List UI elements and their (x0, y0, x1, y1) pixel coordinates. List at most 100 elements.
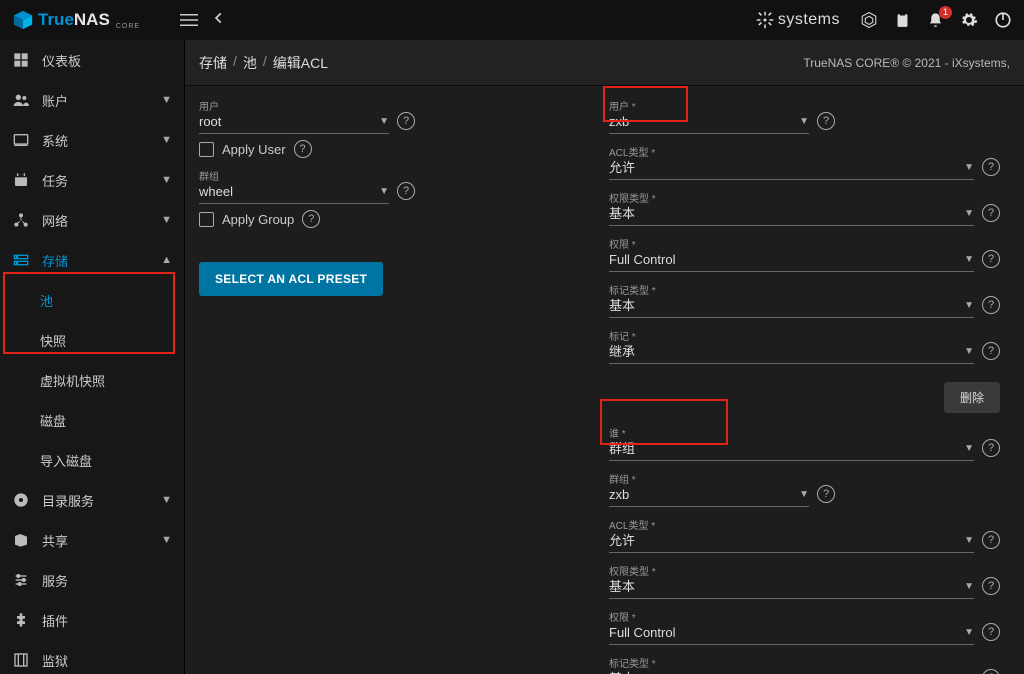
sidebar-item-services[interactable]: 服务 (0, 560, 184, 600)
select-preset-button[interactable]: SELECT AN ACL PRESET (199, 262, 383, 296)
field-value: zxb (609, 486, 809, 504)
help-icon[interactable]: ? (302, 210, 320, 228)
field-value: 允许 (609, 532, 974, 550)
clipboard-icon[interactable] (894, 12, 911, 29)
sidebar-item-label: 仪表板 (42, 51, 172, 70)
group-field[interactable]: 群组 wheel ▼ ? Apply Group ? (199, 168, 589, 228)
tasks-icon (12, 172, 30, 188)
back-icon[interactable] (212, 11, 226, 29)
help-icon[interactable]: ? (982, 158, 1000, 176)
help-icon[interactable]: ? (982, 623, 1000, 641)
chevron-down-icon: ▼ (964, 254, 974, 265)
field-label: 权限 * (609, 609, 974, 624)
main: 存储 / 池 / 编辑ACL TrueNAS CORE® © 2021 - iX… (185, 40, 1024, 674)
sidebar-item-account[interactable]: 账户 ▼ (0, 80, 184, 120)
crumb-sep: / (233, 53, 237, 73)
help-icon[interactable]: ? (397, 182, 415, 200)
notification-badge: 1 (939, 6, 952, 19)
sidebar-item-directory[interactable]: 目录服务 ▼ (0, 480, 184, 520)
power-icon[interactable] (994, 11, 1012, 29)
sidebar-item-sharing[interactable]: 共享 ▼ (0, 520, 184, 560)
right-column: 用户 * zxb ▼ ? ACL类型 * 允许 ▼ (609, 98, 1010, 674)
menu-icon[interactable] (180, 11, 198, 29)
help-icon[interactable]: ? (982, 204, 1000, 222)
acl1-flagtype-field[interactable]: 标记类型 * 基本 ▼ ? (609, 282, 1000, 318)
help-icon[interactable]: ? (982, 250, 1000, 268)
help-icon[interactable]: ? (982, 669, 1000, 674)
help-icon[interactable]: ? (982, 577, 1000, 595)
crumb-storage[interactable]: 存储 (199, 53, 227, 73)
apply-user-check[interactable]: Apply User ? (199, 140, 589, 158)
acl2-group-field[interactable]: 群组 * zxb ▼ ? (609, 471, 1000, 507)
apply-group-check[interactable]: Apply Group ? (199, 210, 589, 228)
help-icon[interactable]: ? (982, 296, 1000, 314)
field-label: 谁 * (609, 425, 974, 440)
delete-button[interactable]: 删除 (944, 382, 1000, 413)
help-icon[interactable]: ? (982, 531, 1000, 549)
chevron-down-icon: ▼ (964, 535, 974, 546)
field-value: 群组 (609, 440, 974, 458)
group-label: 群组 (199, 168, 389, 183)
sidebar-item-network[interactable]: 网络 ▼ (0, 200, 184, 240)
field-label: ACL类型 * (609, 144, 974, 159)
acl2-who-field[interactable]: 谁 * 群组 ▼ ? (609, 425, 1000, 461)
acl1-perm-field[interactable]: 权限 * Full Control ▼ ? (609, 236, 1000, 272)
help-icon[interactable]: ? (817, 485, 835, 503)
sidebar-sub-pool[interactable]: 池 (0, 280, 184, 320)
sidebar-item-storage[interactable]: 存储 ▲ (0, 240, 184, 280)
user-value: root (199, 113, 389, 131)
chevron-down-icon: ▼ (964, 346, 974, 357)
bell-icon[interactable]: 1 (927, 12, 944, 29)
logo[interactable]: TrueNAS CORE (12, 9, 140, 31)
acl2-acltype-field[interactable]: ACL类型 * 允许 ▼ ? (609, 517, 1000, 553)
system-icon (12, 132, 30, 148)
help-icon[interactable]: ? (982, 342, 1000, 360)
sidebar-item-dashboard[interactable]: 仪表板 (0, 40, 184, 80)
checkbox-icon[interactable] (199, 142, 214, 157)
user-field[interactable]: 用户 root ▼ ? Apply User ? (199, 98, 589, 158)
sidebar-item-label: 监狱 (42, 651, 172, 670)
sidebar-item-jails[interactable]: 监狱 (0, 640, 184, 674)
acl1-acltype-field[interactable]: ACL类型 * 允许 ▼ ? (609, 144, 1000, 180)
apply-user-label: Apply User (222, 142, 286, 157)
sidebar-sub-importdisk[interactable]: 导入磁盘 (0, 440, 184, 480)
help-icon[interactable]: ? (294, 140, 312, 158)
logo-true: True (38, 10, 74, 29)
acl1-flag-field[interactable]: 标记 * 继承 ▼ ? (609, 328, 1000, 364)
sidebar-item-tasks[interactable]: 任务 ▼ (0, 160, 184, 200)
sidebar: 仪表板 账户 ▼ 系统 ▼ 任务 ▼ 网络 ▼ 存储 ▲ 池 (0, 40, 185, 674)
acl2-permtype-field[interactable]: 权限类型 * 基本 ▼ ? (609, 563, 1000, 599)
help-icon[interactable]: ? (817, 112, 835, 130)
acl2-flagtype-field[interactable]: 标记类型 * 基本 ▼ ? (609, 655, 1000, 674)
logo-nas: NAS (74, 10, 110, 29)
field-value: Full Control (609, 624, 974, 642)
sidebar-item-label: 插件 (42, 611, 172, 630)
ixsystems-logo[interactable]: systems (756, 11, 840, 29)
sidebar-item-label: 快照 (40, 331, 66, 350)
acl1-user-field[interactable]: 用户 * zxb ▼ ? (609, 98, 1000, 134)
sidebar-item-label: 磁盘 (40, 411, 66, 430)
chevron-up-icon: ▲ (161, 254, 172, 266)
group-value: wheel (199, 183, 389, 201)
field-label: 权限类型 * (609, 563, 974, 578)
logo-cube-icon (12, 9, 34, 31)
field-value: 基本 (609, 578, 974, 596)
sidebar-sub-snapshot[interactable]: 快照 (0, 320, 184, 360)
sidebar-sub-vmsnapshot[interactable]: 虚拟机快照 (0, 360, 184, 400)
help-icon[interactable]: ? (397, 112, 415, 130)
sidebar-sub-disk[interactable]: 磁盘 (0, 400, 184, 440)
field-value: 允许 (609, 159, 974, 177)
services-icon (12, 572, 30, 588)
acl1-permtype-field[interactable]: 权限类型 * 基本 ▼ ? (609, 190, 1000, 226)
sidebar-item-system[interactable]: 系统 ▼ (0, 120, 184, 160)
checkbox-icon[interactable] (199, 212, 214, 227)
field-value: 基本 (609, 297, 974, 315)
gear-icon[interactable] (960, 11, 978, 29)
help-icon[interactable]: ? (982, 439, 1000, 457)
chevron-down-icon: ▼ (799, 116, 809, 127)
truecommand-icon[interactable] (860, 11, 878, 29)
sidebar-item-plugins[interactable]: 插件 (0, 600, 184, 640)
field-label: 标记 * (609, 328, 974, 343)
acl2-perm-field[interactable]: 权限 * Full Control ▼ ? (609, 609, 1000, 645)
crumb-pool[interactable]: 池 (243, 53, 257, 73)
